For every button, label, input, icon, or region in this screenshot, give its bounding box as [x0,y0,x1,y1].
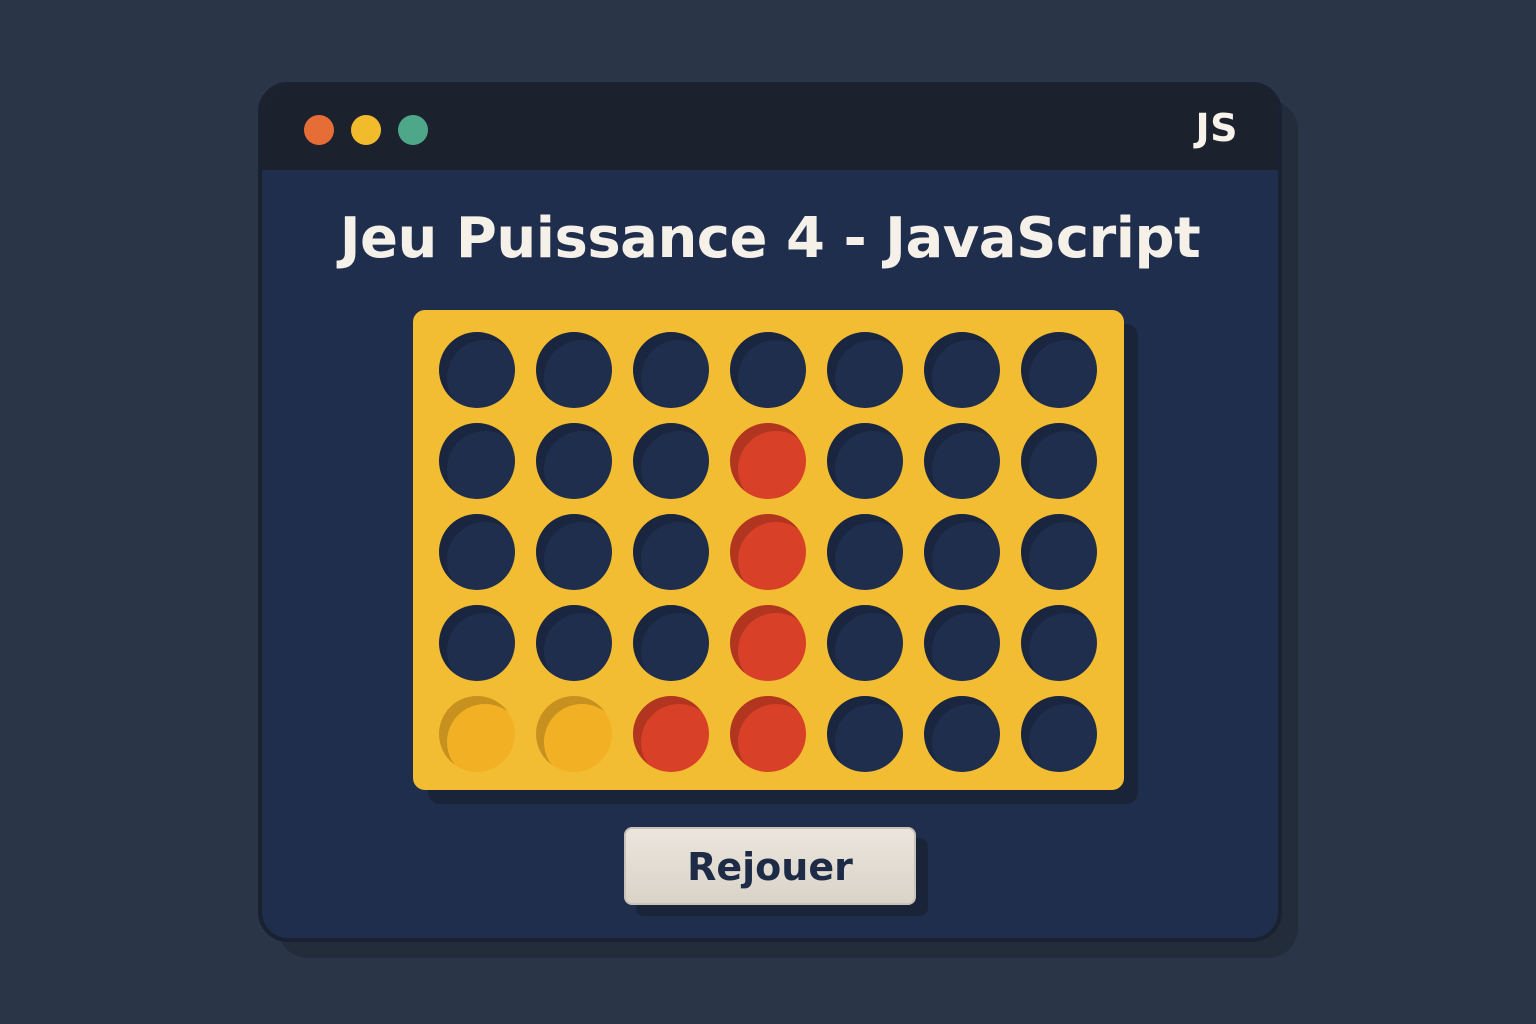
app-window: JS Jeu Puissance 4 - JavaScript Rejouer [258,82,1282,942]
board-cell[interactable] [1021,514,1097,590]
board-cell[interactable] [536,423,612,499]
board-cell[interactable] [1021,696,1097,772]
board-cell[interactable] [1021,332,1097,408]
js-badge: JS [1195,106,1238,150]
board-cell[interactable] [536,514,612,590]
board-cell[interactable] [633,332,709,408]
board-cell[interactable] [536,605,612,681]
maximize-window-button[interactable] [398,115,428,145]
board-cell[interactable] [536,332,612,408]
board-cell[interactable] [633,696,709,772]
board-cell[interactable] [827,696,903,772]
board-cell[interactable] [633,605,709,681]
board-cell[interactable] [924,605,1000,681]
board-cell[interactable] [536,696,612,772]
board-cell[interactable] [924,332,1000,408]
board-cell[interactable] [924,423,1000,499]
board-cell[interactable] [730,332,806,408]
board-cell[interactable] [827,605,903,681]
board-cell[interactable] [439,514,515,590]
board-cell[interactable] [633,423,709,499]
board-cell[interactable] [439,423,515,499]
connect-four-board [413,310,1124,790]
board-cell[interactable] [924,696,1000,772]
minimize-window-button[interactable] [351,115,381,145]
board-cell[interactable] [439,332,515,408]
board-cell[interactable] [439,605,515,681]
board-cell[interactable] [1021,423,1097,499]
replay-button[interactable]: Rejouer [624,827,916,905]
board-cell[interactable] [633,514,709,590]
board-cell[interactable] [827,332,903,408]
board-cell[interactable] [1021,605,1097,681]
board-cell[interactable] [730,696,806,772]
board-cell[interactable] [827,423,903,499]
board-cell[interactable] [827,514,903,590]
close-window-button[interactable] [304,115,334,145]
board-cell[interactable] [730,605,806,681]
titlebar: JS [262,86,1278,170]
board-cell[interactable] [924,514,1000,590]
board-cell[interactable] [439,696,515,772]
board-cell[interactable] [730,423,806,499]
page-title: Jeu Puissance 4 - JavaScript [339,206,1201,271]
board-cell[interactable] [730,514,806,590]
